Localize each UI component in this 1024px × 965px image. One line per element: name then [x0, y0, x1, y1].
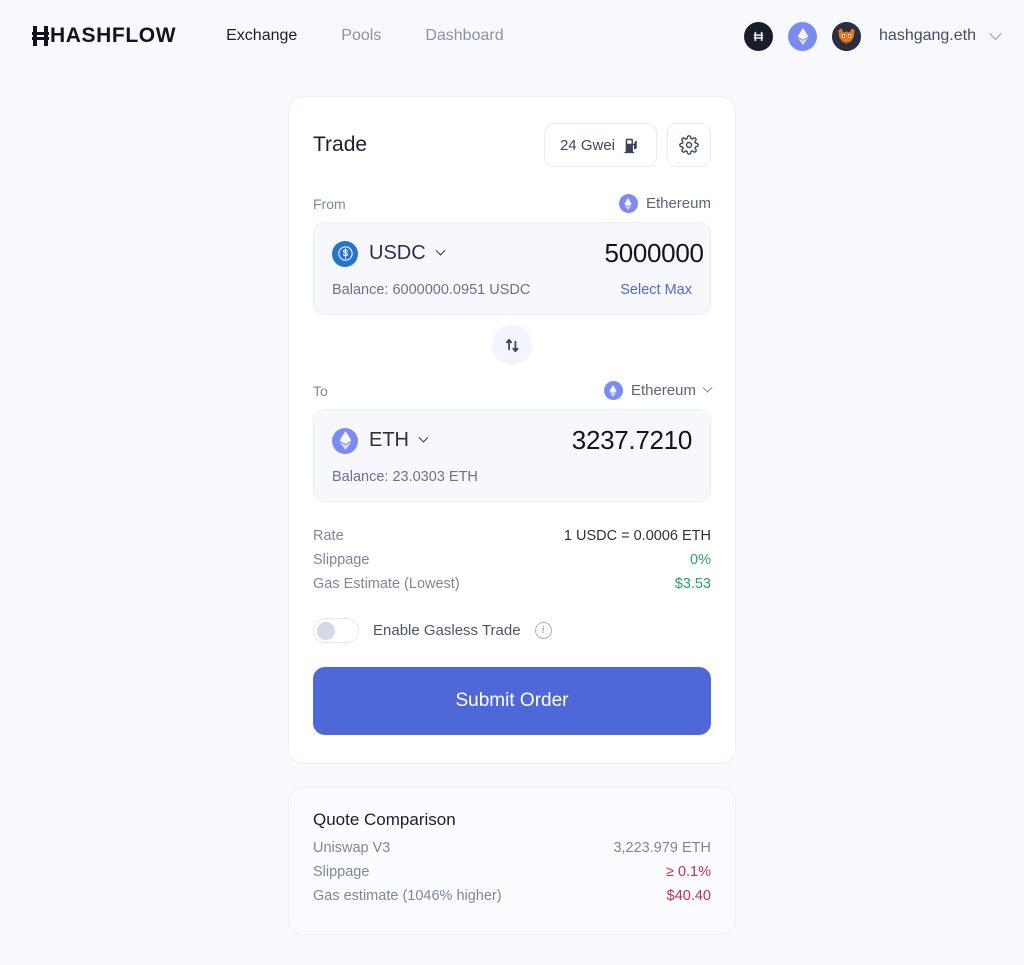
detail-row-slippage: Slippage 0% [313, 548, 711, 572]
gas-pump-icon [624, 138, 637, 153]
from-amount-input[interactable] [443, 238, 704, 269]
toggle-knob [317, 621, 335, 640]
to-balance: Balance: 23.0303 ETH [332, 469, 478, 485]
hashflow-mark-icon [753, 31, 764, 41]
hashflow-network-badge[interactable] [744, 21, 774, 51]
header-actions: hashgang.eth [744, 21, 1002, 51]
account-name[interactable]: hashgang.eth [879, 27, 976, 45]
from-token-box: USDC Balance: 6000000.0951 USDC Select M… [313, 222, 711, 315]
quote-value: $40.40 [666, 888, 711, 904]
to-network-selector[interactable]: Ethereum [603, 381, 713, 400]
submit-order-button[interactable]: Submit Order [313, 667, 711, 735]
page-title: Trade [313, 133, 368, 156]
usdc-dollar-icon [336, 244, 354, 263]
swap-zone [313, 315, 711, 381]
quote-label: Slippage [313, 864, 370, 880]
quote-label: Uniswap V3 [313, 840, 391, 856]
info-icon[interactable]: i [534, 622, 552, 639]
main-nav: Exchange Pools Dashboard [226, 26, 503, 46]
settings-button[interactable] [667, 123, 711, 167]
quote-row-slippage: Slippage ≥ 0.1% [313, 860, 711, 884]
ethereum-diamond-icon [609, 384, 618, 397]
trade-card-header: Trade 24 Gwei [313, 123, 711, 167]
from-balance: Balance: 6000000.0951 USDC [332, 282, 531, 298]
quote-value: ≥ 0.1% [665, 864, 711, 880]
usdc-token-icon [332, 240, 358, 267]
quote-row-gas-estimate: Gas estimate (1046% higher) $40.40 [313, 884, 711, 908]
top-navigation-bar: HASHFLOW Exchange Pools Dashboard hashga… [0, 0, 1024, 72]
ethereum-network-icon [618, 194, 638, 213]
ethereum-network-badge[interactable] [788, 21, 818, 51]
detail-value: 0% [690, 552, 711, 568]
nav-item-exchange[interactable]: Exchange [226, 26, 297, 46]
detail-row-gas-estimate: Gas Estimate (Lowest) $3.53 [313, 572, 711, 596]
swap-arrows-icon [505, 338, 519, 352]
hashflow-logo-glyph-icon [32, 26, 49, 46]
gasless-trade-label: Enable Gasless Trade [373, 622, 521, 639]
quote-label: Gas estimate (1046% higher) [313, 888, 502, 904]
nav-item-dashboard[interactable]: Dashboard [425, 26, 503, 46]
quote-row-uniswap: Uniswap V3 3,223.979 ETH [313, 836, 711, 860]
from-token-symbol: USDC [369, 242, 426, 264]
from-label: From [313, 195, 346, 212]
to-sub-row: Balance: 23.0303 ETH [332, 469, 692, 485]
from-token-row: USDC [332, 238, 704, 269]
ethereum-diamond-icon [797, 27, 808, 45]
to-label-row: To Ethereum [313, 381, 713, 400]
from-network-label: Ethereum [645, 195, 711, 212]
from-network: Ethereum [618, 194, 711, 213]
swap-direction-button[interactable] [492, 325, 532, 365]
detail-value: $3.53 [674, 576, 711, 592]
to-token-symbol: ETH [369, 429, 409, 451]
ethereum-diamond-icon [624, 197, 633, 210]
to-network-label: Ethereum [630, 382, 696, 399]
gasless-trade-toggle[interactable] [313, 618, 359, 643]
detail-label: Rate [313, 528, 344, 544]
avatar[interactable] [832, 21, 862, 51]
hashflow-logo[interactable]: HASHFLOW [32, 24, 176, 48]
eth-token-icon [332, 427, 358, 454]
to-label: To [313, 382, 328, 399]
nav-item-pools[interactable]: Pools [341, 26, 381, 46]
trade-card-actions: 24 Gwei [543, 123, 711, 167]
main-content: Trade 24 Gwei From Ethereum USDC 5000000… [0, 72, 1024, 935]
trade-card: Trade 24 Gwei From Ethereum USDC 5000000… [288, 96, 736, 764]
quote-value: 3,223.979 ETH [613, 840, 711, 856]
gas-price-label: 24 Gwei [559, 136, 615, 154]
hashflow-logo-text: HASHFLOW [50, 24, 177, 47]
detail-label: Slippage [313, 552, 370, 568]
detail-label: Gas Estimate (Lowest) [313, 576, 460, 592]
trade-details: Rate 1 USDC = 0.0006 ETH Slippage 0% Gas… [313, 524, 711, 596]
chevron-down-icon [702, 382, 713, 393]
quote-comparison-title: Quote Comparison [313, 810, 456, 829]
detail-value: 1 USDC = 0.0006 ETH [563, 528, 711, 544]
select-max-button[interactable]: Select Max [620, 282, 692, 298]
from-token-selector[interactable]: USDC [332, 240, 446, 267]
to-amount-input[interactable] [432, 425, 692, 456]
detail-row-rate: Rate 1 USDC = 0.0006 ETH [313, 524, 711, 548]
to-token-selector[interactable]: ETH [332, 427, 429, 454]
gear-icon [679, 135, 699, 155]
gas-price-button[interactable]: 24 Gwei [543, 123, 657, 167]
quote-comparison-card: Quote Comparison Uniswap V3 3,223.979 ET… [288, 787, 736, 935]
ethereum-network-icon [603, 381, 623, 400]
gasless-trade-row: Enable Gasless Trade i [313, 618, 711, 643]
metamask-fox-icon [832, 21, 862, 51]
chevron-down-icon[interactable] [989, 26, 1002, 40]
ethereum-diamond-icon [339, 431, 351, 450]
to-token-row: ETH [332, 425, 692, 456]
from-sub-row: Balance: 6000000.0951 USDC Select Max [332, 282, 692, 298]
to-token-box: ETH Balance: 23.0303 ETH [313, 409, 711, 502]
chevron-down-icon [418, 432, 429, 443]
from-label-row: From Ethereum [313, 194, 711, 213]
